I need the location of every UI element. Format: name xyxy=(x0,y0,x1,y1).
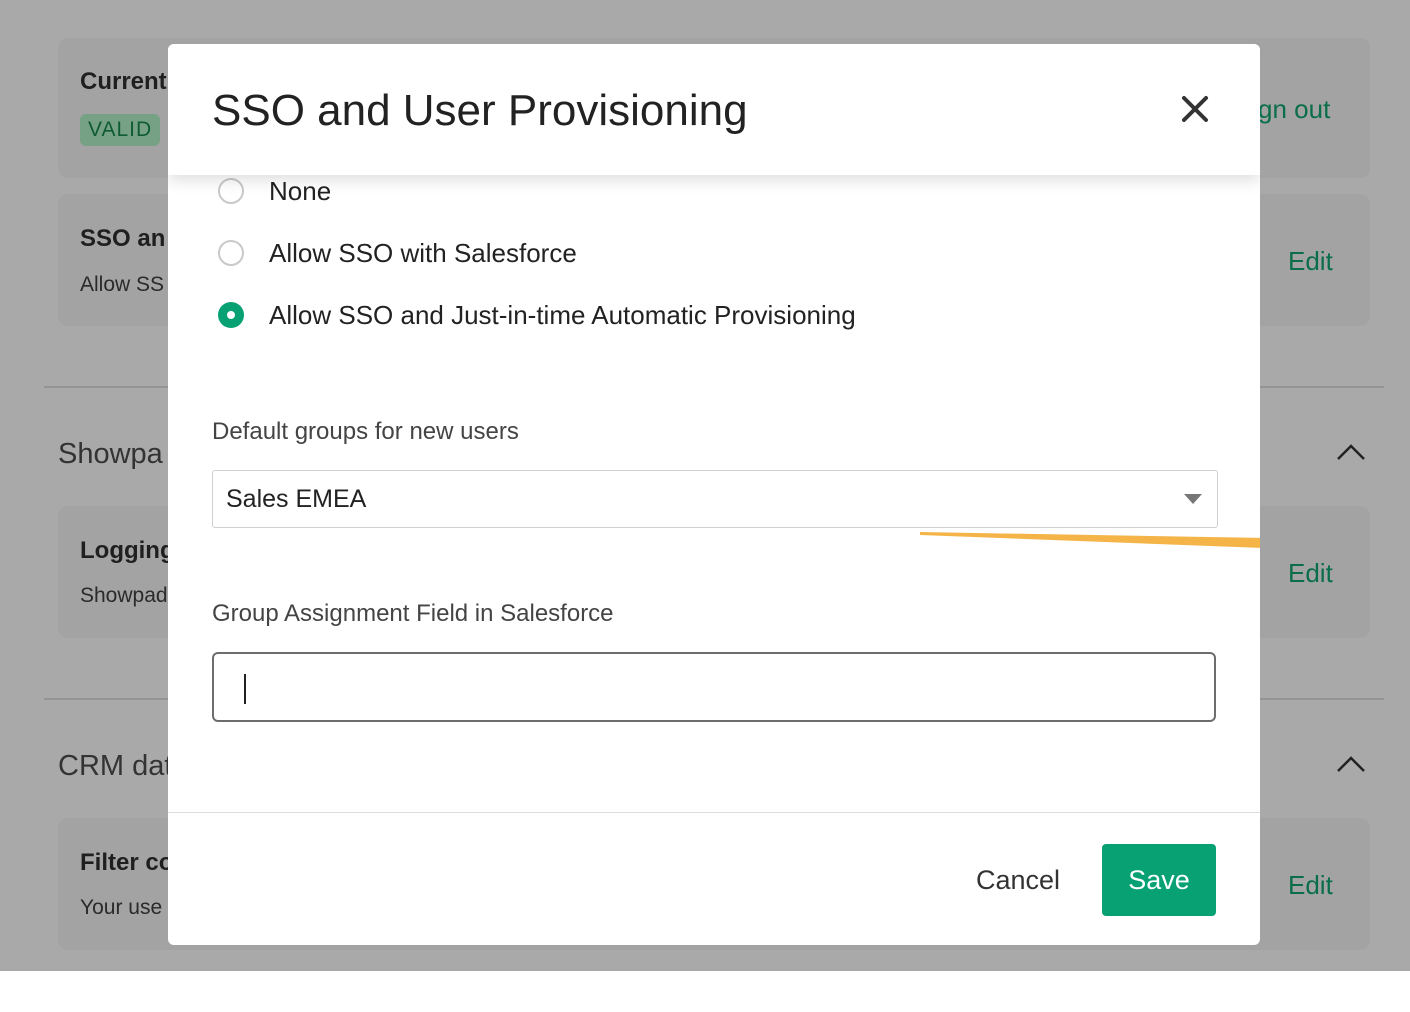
sso-card-title: SSO an xyxy=(80,225,166,252)
cancel-button[interactable]: Cancel xyxy=(958,844,1078,916)
modal-title: SSO and User Provisioning xyxy=(212,86,748,135)
sso-edit-link[interactable]: Edit xyxy=(1288,246,1333,277)
text-cursor xyxy=(244,674,246,704)
radio-option-none[interactable]: None xyxy=(218,174,331,208)
logging-card-title: Logging xyxy=(80,537,175,564)
modal-header: SSO and User Provisioning xyxy=(168,44,1260,175)
radio-button[interactable] xyxy=(218,178,244,204)
filter-card-title: Filter co xyxy=(80,849,174,876)
crm-section-title: CRM dat xyxy=(58,750,173,782)
logging-edit-link[interactable]: Edit xyxy=(1288,558,1333,589)
radio-label: None xyxy=(269,175,332,206)
chevron-up-icon[interactable] xyxy=(1336,443,1366,461)
radio-button-selected[interactable] xyxy=(218,302,244,328)
sso-card-description: Allow SS xyxy=(80,273,165,296)
save-button[interactable]: Save xyxy=(1102,844,1216,916)
annotation-arrow-icon xyxy=(920,532,1260,548)
group-assignment-label: Group Assignment Field in Salesforce xyxy=(212,600,614,627)
default-groups-label: Default groups for new users xyxy=(212,418,519,445)
group-assignment-input[interactable] xyxy=(212,652,1216,722)
radio-option-sso-salesforce[interactable]: Allow SSO with Salesforce xyxy=(218,236,577,270)
close-icon[interactable] xyxy=(1176,90,1214,128)
footer-divider xyxy=(168,812,1260,813)
sign-out-link[interactable]: gn out xyxy=(1258,94,1330,125)
radio-label: Allow SSO with Salesforce xyxy=(269,237,577,268)
filter-edit-link[interactable]: Edit xyxy=(1288,870,1333,901)
filter-card-description: Your use xyxy=(80,896,163,919)
radio-label: Allow SSO and Just-in-time Automatic Pro… xyxy=(269,299,856,330)
caret-down-icon[interactable] xyxy=(1183,493,1203,505)
chevron-up-icon[interactable] xyxy=(1336,755,1366,773)
valid-badge: VALID xyxy=(80,114,161,146)
sso-provisioning-modal: SSO and User Provisioning None Allow SSO… xyxy=(168,44,1260,945)
showpad-section-title: Showpa xyxy=(58,438,163,470)
current-card-title: Current xyxy=(80,68,167,95)
default-groups-value: Sales EMEA xyxy=(226,485,367,513)
radio-button[interactable] xyxy=(218,240,244,266)
radio-option-sso-jit-provisioning[interactable]: Allow SSO and Just-in-time Automatic Pro… xyxy=(218,298,856,332)
logging-card-description: Showpad xyxy=(80,584,168,607)
